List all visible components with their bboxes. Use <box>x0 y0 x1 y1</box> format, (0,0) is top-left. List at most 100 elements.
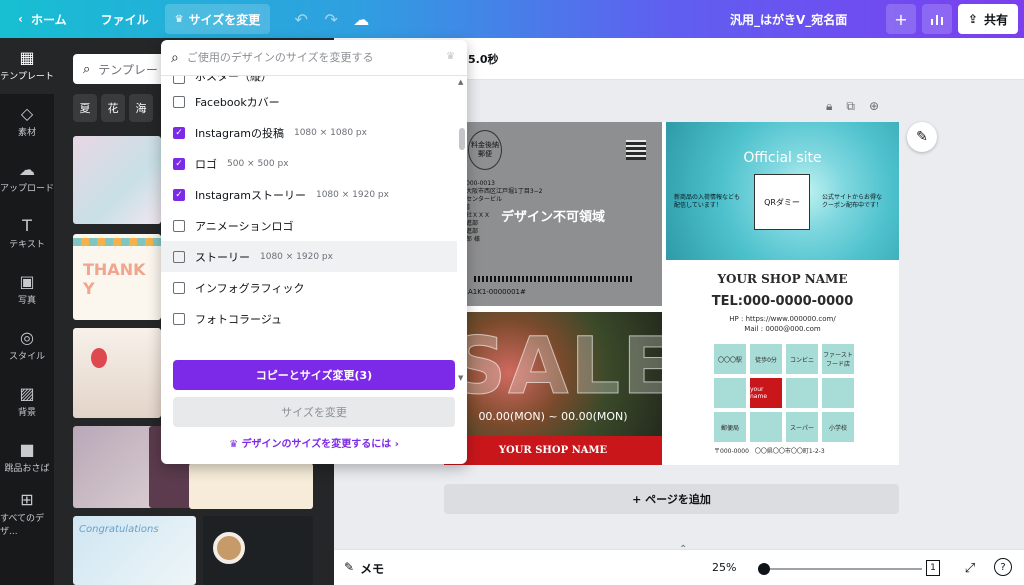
share-icon: ⇪ <box>967 12 978 26</box>
sale-text: SALE <box>450 322 662 413</box>
resize-search-input[interactable] <box>186 51 427 64</box>
rail-item-photos[interactable]: ▣ 写真 <box>0 262 54 318</box>
resize-help-link[interactable]: ♛ デザインのサイズを変更するには › <box>161 435 467 450</box>
template-thumbnail[interactable]: Congratulations <box>73 516 196 585</box>
resize-option[interactable]: ✓ Instagramの投稿 1080 × 1080 px <box>161 117 457 148</box>
duplicate-page-icon[interactable]: ⧉ <box>846 99 855 114</box>
template-thumbnail[interactable] <box>203 516 313 585</box>
resize-list-scrollbar[interactable]: ▲ ▼ <box>457 76 467 386</box>
option-label: ポスター（縦） <box>195 76 272 83</box>
resize-option[interactable]: Facebookカバー <box>161 86 457 117</box>
rail-label: アップロード <box>0 184 55 194</box>
barcode-qr-small <box>626 140 646 160</box>
map-cell: コンビニ <box>786 344 818 374</box>
option-label: ロゴ <box>195 157 217 171</box>
checkbox-checked[interactable]: ✓ <box>173 188 185 201</box>
shop-tel: TEL:000-0000-0000 <box>711 294 854 309</box>
document-title[interactable]: 汎用_はがきV_宛名面 <box>730 11 847 28</box>
add-page-button[interactable]: + ページを追加 <box>444 484 899 514</box>
design-page[interactable]: 料金後納 郵便 〒000-0013 府大阪市西区江戸堀1丁目3−2 角センタービ… <box>444 122 899 465</box>
notes-button[interactable]: ✎ メモ <box>344 560 384 577</box>
template-thumbnail[interactable] <box>73 328 161 418</box>
checkbox[interactable] <box>173 312 185 325</box>
fullscreen-icon[interactable]: ⤢ <box>960 558 980 578</box>
resize-button[interactable]: ♛ サイズを変更 <box>164 4 271 34</box>
shop-mail: Mail : 0000@000.com <box>744 325 821 333</box>
chip-flower[interactable]: 花 <box>101 94 125 122</box>
template-search-value: テンプレー <box>98 62 158 77</box>
unavailable-area-label: デザイン不可領域 <box>500 210 605 225</box>
page-duration[interactable]: 5.0秒 <box>468 51 499 67</box>
template-thumbnail[interactable] <box>189 463 313 509</box>
rail-item-uploads[interactable]: ☁ アップロード <box>0 150 54 206</box>
rail-item-text[interactable]: T テキスト <box>0 206 54 262</box>
rail-item-background[interactable]: ▨ 背景 <box>0 374 54 430</box>
scrollbar-thumb[interactable] <box>459 128 465 150</box>
rail-item-styles[interactable]: ◎ スタイル <box>0 318 54 374</box>
add-icon[interactable]: + <box>885 4 916 34</box>
rail-label: スタイル <box>8 352 45 362</box>
zoom-slider-track[interactable] <box>762 568 922 570</box>
scroll-down-icon[interactable]: ▼ <box>458 374 463 382</box>
resize-option[interactable]: インフォグラフィック <box>161 272 457 303</box>
sale-shop-name: YOUR SHOP NAME <box>444 436 662 465</box>
resize-option[interactable]: ✓ ロゴ 500 × 500 px <box>161 148 457 179</box>
cloud-saved-icon[interactable]: ☁ <box>346 4 376 34</box>
resize-option[interactable]: ✓ Instagramストーリー 1080 × 1920 px <box>161 179 457 210</box>
rail-label: テキスト <box>9 240 45 250</box>
home-button[interactable]: ‹ ホーム <box>8 4 77 34</box>
checkbox[interactable] <box>173 95 185 108</box>
insights-icon[interactable] <box>921 4 952 34</box>
option-size: 1080 × 1080 px <box>293 127 367 138</box>
zoom-slider-handle[interactable] <box>758 563 770 575</box>
resize-option[interactable]: ポスター（縦） <box>161 76 457 86</box>
address-area: 料金後納 郵便 〒000-0013 府大阪市西区江戸堀1丁目3−2 角センタービ… <box>444 122 662 306</box>
rail-item-elements[interactable]: ◇ 素材 <box>0 94 54 150</box>
chip-summer[interactable]: 夏 <box>73 94 97 122</box>
template-thumbnail[interactable] <box>73 426 161 508</box>
note-left: 新商品の入荷情報なども 配信しています！ <box>674 194 741 209</box>
scroll-up-icon[interactable]: ▲ <box>458 78 463 86</box>
rail-item-all-designs[interactable]: ⊞ すべてのデザ... <box>0 486 54 542</box>
map-cell: your name <box>750 378 782 408</box>
copy-and-resize-button[interactable]: コピーとサイズ変更(3) <box>173 360 455 390</box>
template-thumbnail[interactable]: THANK Y <box>73 234 161 320</box>
search-icon: ⌕ <box>171 49 179 66</box>
background-icon: ▨ <box>19 384 35 403</box>
shop-info: YOUR SHOP NAME TEL:000-0000-0000 HP : ht… <box>666 268 899 333</box>
notes-label: メモ <box>360 562 385 576</box>
rail-item-app[interactable]: ■ 跳品おさば <box>0 430 54 486</box>
checkbox[interactable] <box>173 250 185 263</box>
redo-icon[interactable]: ↷ <box>316 4 346 34</box>
resize-option[interactable]: フォトコラージュ <box>161 303 457 334</box>
chip-sea[interactable]: 海 <box>129 94 153 122</box>
left-rail: ▦ テンプレート ◇ 素材 ☁ アップロード T テキスト ▣ 写真 ◎ スタイ… <box>0 38 54 585</box>
notes-icon: ✎ <box>344 560 355 574</box>
undo-icon[interactable]: ↶ <box>286 4 316 34</box>
chevron-up-icon[interactable]: ⌃ <box>679 544 687 555</box>
checkbox-checked[interactable]: ✓ <box>173 157 185 170</box>
resize-option[interactable]: アニメーションロゴ <box>161 210 457 241</box>
add-page-icon[interactable]: ⊕ <box>869 99 879 114</box>
rail-label: 写真 <box>17 296 36 306</box>
file-menu-button[interactable]: ファイル <box>91 4 159 34</box>
checkbox[interactable] <box>173 76 185 84</box>
zoom-level[interactable]: 25% <box>712 561 736 574</box>
option-size: 1080 × 1920 px <box>260 251 333 262</box>
map-cell: スーパー <box>786 412 818 442</box>
checkbox[interactable] <box>173 281 185 294</box>
checkbox-checked[interactable]: ✓ <box>173 126 185 139</box>
template-thumbnail[interactable] <box>73 136 161 224</box>
option-label: Facebookカバー <box>195 95 280 109</box>
page-count-icon[interactable]: 1 <box>926 560 940 576</box>
help-icon[interactable]: ? <box>994 558 1012 576</box>
resize-apply-button[interactable]: サイズを変更 <box>173 397 455 427</box>
rail-item-templates[interactable]: ▦ テンプレート <box>0 38 54 94</box>
checkbox[interactable] <box>173 219 185 232</box>
share-button[interactable]: ⇪ 共有 <box>957 4 1018 34</box>
comment-add-icon[interactable]: ✎ <box>907 122 937 152</box>
lock-icon[interactable]: 🔒︎ <box>826 99 832 114</box>
rail-label: 跳品おさば <box>4 464 50 474</box>
option-size: 500 × 500 px <box>227 158 289 169</box>
resize-option[interactable]: ストーリー 1080 × 1920 px <box>161 241 457 272</box>
